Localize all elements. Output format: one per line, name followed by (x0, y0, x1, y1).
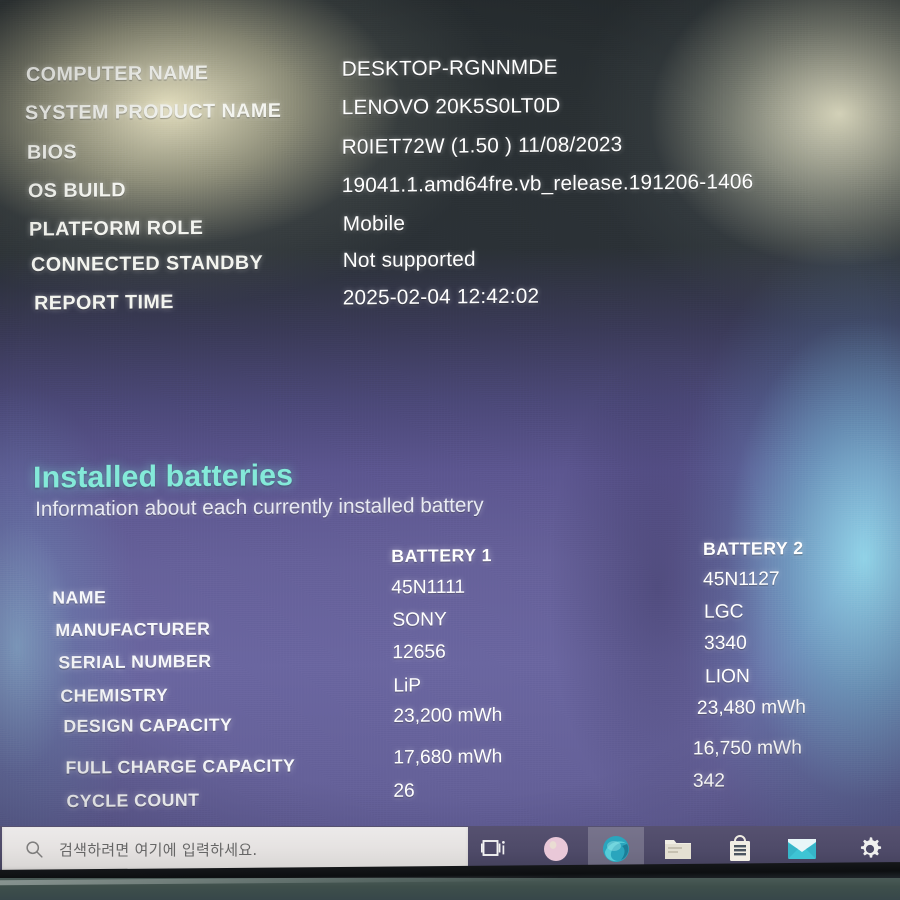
installed-batteries-heading: Installed batteries (33, 458, 294, 495)
cell-design-capacity-battery-2: 23,480 mWh (696, 696, 806, 720)
system-row-label-2: BIOS (27, 141, 77, 165)
system-row-value-2: R0IET72W (1.50 ) 11/08/2023 (342, 133, 623, 160)
column-header-battery-2: BATTERY 2 (703, 537, 804, 560)
battery-report-page: COMPUTER NAME DESKTOP-RGNNMDE SYSTEM PRO… (0, 0, 900, 883)
label-connected-standby: CONNECTED STANDBY (31, 251, 264, 277)
column-header-battery-1: BATTERY 1 (391, 544, 492, 567)
label-computer-name: COMPUTER NAME (25, 61, 209, 86)
system-row-value-6: 2025-02-04 12:42:02 (343, 284, 539, 310)
search-placeholder-text: 검색하려면 여기에 입력하세요. (59, 840, 258, 859)
row-label-manufacturer: MANUFACTURER (55, 618, 211, 641)
cell-name-battery-1: 45N1111 (391, 576, 466, 599)
label-report-time: REPORT TIME (34, 290, 174, 315)
cell-name-battery-2: 45N1127 (703, 568, 780, 591)
store-bag-icon (730, 835, 750, 861)
cell-manufacturer-battery-2: LGC (704, 601, 744, 623)
cell-chemistry-battery-1: LiP (393, 675, 422, 697)
value-system-product-name: LENOVO 20K5S0LT0D (341, 93, 561, 120)
cortana-icon (544, 837, 568, 861)
value-platform-role: Mobile (342, 211, 406, 236)
label-platform-role: PLATFORM ROLE (29, 216, 204, 241)
cell-manufacturer-battery-1: SONY (392, 609, 447, 631)
system-row-label-4: PLATFORM ROLE (29, 217, 203, 242)
label-os-build: OS BUILD (27, 179, 126, 203)
gear-icon (860, 837, 882, 858)
system-row-value-3: 19041.1.amd64fre.vb_release.191206-1406 (342, 170, 754, 198)
cell-full-charge-capacity-battery-2: 16,750 mWh (692, 737, 802, 760)
label-bios: BIOS (26, 141, 78, 164)
value-computer-name: DESKTOP-RGNNMDE (341, 55, 558, 81)
row-label-cycle-count: CYCLE COUNT (66, 789, 200, 812)
row-label-serial-number: SERIAL NUMBER (58, 650, 212, 673)
folder-icon (665, 840, 691, 859)
cell-serial-number-battery-2: 3340 (704, 632, 747, 655)
system-row-label-1: SYSTEM PRODUCT NAME (25, 100, 281, 126)
taskbar-button-task-view[interactable] (466, 827, 522, 871)
laptop-screen: COMPUTER NAME DESKTOP-RGNNMDE SYSTEM PRO… (0, 0, 900, 883)
value-bios: R0IET72W (1.50 ) 11/08/2023 (341, 132, 623, 159)
cell-serial-number-battery-1: 12656 (392, 641, 446, 664)
task-view-icon (481, 840, 505, 856)
cell-cycle-count-battery-1: 26 (393, 780, 415, 802)
row-label-design-capacity: DESIGN CAPACITY (63, 714, 233, 737)
value-connected-standby: Not supported (342, 247, 476, 273)
system-row-label-5: CONNECTED STANDBY (31, 252, 263, 278)
row-label-name: NAME (52, 587, 107, 608)
cell-design-capacity-battery-1: 23,200 mWh (393, 704, 503, 728)
search-icon (26, 840, 43, 858)
cell-chemistry-battery-2: LION (705, 665, 750, 688)
system-row-label-3: OS BUILD (28, 179, 126, 203)
installed-batteries-subtitle: Information about each currently install… (35, 493, 484, 521)
system-row-label-6: REPORT TIME (34, 291, 174, 316)
system-row-value-1: LENOVO 20K5S0LT0D (342, 94, 561, 120)
value-os-build: 19041.1.amd64fre.vb_release.191206-1406 (341, 170, 754, 198)
taskbar-search-input[interactable]: 검색하려면 여기에 입력하세요. (2, 827, 468, 871)
system-row-value-0: DESKTOP-RGNNMDE (342, 56, 558, 82)
system-row-label-0: COMPUTER NAME (26, 62, 208, 87)
edge-icon (603, 836, 629, 862)
cell-cycle-count-battery-2: 342 (692, 770, 725, 792)
cell-full-charge-capacity-battery-1: 17,680 mWh (393, 746, 503, 769)
system-row-value-4: Mobile (343, 212, 405, 237)
row-label-chemistry: CHEMISTRY (60, 684, 169, 706)
value-report-time: 2025-02-04 12:42:02 (342, 284, 540, 310)
label-system-product-name: SYSTEM PRODUCT NAME (24, 99, 282, 125)
screen-photo: COMPUTER NAME DESKTOP-RGNNMDE SYSTEM PRO… (0, 0, 900, 900)
system-row-value-5: Not supported (343, 248, 476, 274)
mail-icon (788, 839, 816, 859)
row-label-full-charge-capacity: FULL CHARGE CAPACITY (65, 755, 296, 778)
